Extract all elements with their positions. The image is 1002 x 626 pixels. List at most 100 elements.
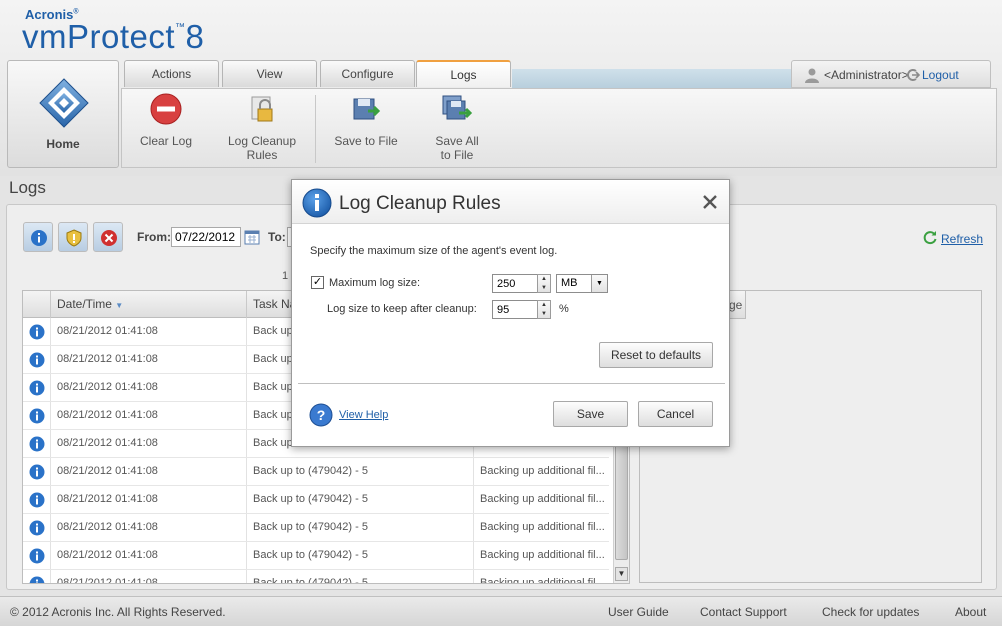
contact-support-link[interactable]: Contact Support <box>700 605 787 619</box>
refresh-link[interactable]: Refresh <box>941 232 983 246</box>
row-task-name: Back up <box>253 437 293 449</box>
tab-view[interactable]: View <box>222 60 317 87</box>
row-datetime: 08/21/2012 01:41:08 <box>57 325 158 337</box>
page-title: Logs <box>9 178 46 197</box>
max-size-checkbox[interactable]: ✓ <box>311 276 324 289</box>
save-all-label-1: Save All <box>435 134 479 148</box>
from-date-input[interactable] <box>171 227 241 247</box>
table-row[interactable]: 08/21/2012 01:41:08 Back up to (479042) -… <box>23 514 609 542</box>
app-footer: © 2012 Acronis Inc. All Rights Reserved.… <box>0 596 1002 626</box>
ribbon-separator <box>315 95 316 163</box>
home-button[interactable]: Home <box>7 60 119 168</box>
tab-strip-decoration <box>512 69 792 88</box>
table-row[interactable]: 08/21/2012 01:41:08 Back up to (479042) -… <box>23 570 609 584</box>
table-row[interactable]: 08/21/2012 01:41:08 Back up to (479042) -… <box>23 458 609 486</box>
chevron-down-icon: ▼ <box>591 275 607 292</box>
date-column-header[interactable]: Date/Time ▼ <box>50 291 246 318</box>
dialog-description: Specify the maximum size of the agent's … <box>310 245 558 257</box>
calendar-icon[interactable] <box>244 229 260 245</box>
info-icon <box>29 464 45 480</box>
home-logo-icon <box>39 78 89 128</box>
row-datetime: 08/21/2012 01:41:08 <box>57 353 158 365</box>
help-icon[interactable]: ? <box>309 403 333 427</box>
max-size-unit-select[interactable]: MB ▼ <box>556 274 608 293</box>
save-button[interactable]: Save <box>553 401 628 427</box>
save-all-icon <box>442 95 473 120</box>
save-to-file-label: Save to File <box>334 134 398 148</box>
icon-column-header <box>23 291 51 318</box>
log-cleanup-label-1: Log Cleanup <box>227 134 297 148</box>
cancel-button[interactable]: Cancel <box>638 401 713 427</box>
row-message: Backing up additional fil... <box>480 465 605 477</box>
keep-size-input[interactable] <box>492 300 538 319</box>
row-datetime: 08/21/2012 01:41:08 <box>57 437 158 449</box>
info-icon <box>29 492 45 508</box>
info-icon <box>29 576 45 583</box>
view-help-link[interactable]: View Help <box>339 409 388 421</box>
about-link[interactable]: About <box>955 605 986 619</box>
user-name: <Administrator> <box>824 68 909 82</box>
save-all-label-2: to File <box>440 148 474 162</box>
close-icon[interactable] <box>700 192 720 212</box>
save-file-icon <box>353 98 381 120</box>
table-row[interactable]: 08/21/2012 01:41:08 Back up to (479042) -… <box>23 486 609 514</box>
info-icon <box>29 408 45 424</box>
row-task-name: Back up to (479042) - 5 <box>253 521 368 533</box>
save-to-file-button[interactable]: Save to File <box>322 93 410 163</box>
info-icon <box>31 230 47 246</box>
user-box: <Administrator> Logout <box>791 60 991 88</box>
user-guide-link[interactable]: User Guide <box>608 605 669 619</box>
row-datetime: 08/21/2012 01:41:08 <box>57 549 158 561</box>
max-size-label: Maximum log size: <box>329 277 421 289</box>
row-datetime: 08/21/2012 01:41:08 <box>57 521 158 533</box>
home-label: Home <box>46 137 80 151</box>
filter-warning-button[interactable] <box>58 222 88 252</box>
info-icon <box>29 436 45 452</box>
ribbon-toolbar: Clear Log Log Cleanup Rules Save to File <box>121 88 997 168</box>
filter-info-button[interactable] <box>23 222 53 252</box>
logout-link[interactable]: Logout <box>922 68 959 82</box>
error-icon <box>101 230 117 246</box>
dialog-title: Log Cleanup Rules <box>339 193 501 214</box>
row-task-name: Back up <box>253 381 293 393</box>
log-cleanup-rules-button[interactable]: Log Cleanup Rules <box>218 93 306 163</box>
info-icon <box>29 352 45 368</box>
table-row[interactable]: 08/21/2012 01:41:08 Back up to (479042) -… <box>23 542 609 570</box>
reset-defaults-button[interactable]: Reset to defaults <box>599 342 713 368</box>
save-all-to-file-button[interactable]: Save All to File <box>413 93 501 163</box>
app-header: Acronis® vmProtect™8 Home Actions View C… <box>0 0 1002 176</box>
logout-icon[interactable] <box>906 68 920 82</box>
info-icon <box>29 324 45 340</box>
row-message: Backing up additional fil... <box>480 577 605 584</box>
tab-logs[interactable]: Logs <box>416 60 511 87</box>
row-datetime: 08/21/2012 01:41:08 <box>57 493 158 505</box>
row-datetime: 08/21/2012 01:41:08 <box>57 577 158 584</box>
log-cleanup-dialog: Log Cleanup Rules Specify the maximum si… <box>291 179 730 447</box>
refresh-icon[interactable] <box>923 230 938 245</box>
clear-log-label: Clear Log <box>139 134 193 148</box>
clear-log-button[interactable]: Clear Log <box>122 93 210 163</box>
to-label: To: <box>268 230 286 244</box>
svg-text:?: ? <box>317 407 326 423</box>
max-size-stepper[interactable]: ▲ ▼ <box>537 274 551 293</box>
keep-size-unit: % <box>559 303 569 315</box>
page-number[interactable]: 1 <box>282 270 288 282</box>
row-task-name: Back up to (479042) - 5 <box>253 549 368 561</box>
tab-actions[interactable]: Actions <box>124 60 219 87</box>
filter-error-button[interactable] <box>93 222 123 252</box>
row-message: Backing up additional fil... <box>480 493 605 505</box>
sort-arrow-icon: ▼ <box>115 301 124 310</box>
user-icon <box>805 68 819 83</box>
row-message: Backing up additional fil... <box>480 521 605 533</box>
row-task-name: Back up to (479042) - 5 <box>253 577 368 584</box>
row-datetime: 08/21/2012 01:41:08 <box>57 409 158 421</box>
row-task-name: Back up <box>253 409 293 421</box>
dialog-separator <box>298 383 725 384</box>
tab-configure[interactable]: Configure <box>320 60 415 87</box>
max-size-input[interactable] <box>492 274 538 293</box>
check-updates-link[interactable]: Check for updates <box>822 605 919 619</box>
scroll-down-icon[interactable]: ▼ <box>615 567 628 581</box>
row-task-name: Back up <box>253 353 293 365</box>
keep-size-stepper[interactable]: ▲ ▼ <box>537 300 551 319</box>
row-datetime: 08/21/2012 01:41:08 <box>57 381 158 393</box>
